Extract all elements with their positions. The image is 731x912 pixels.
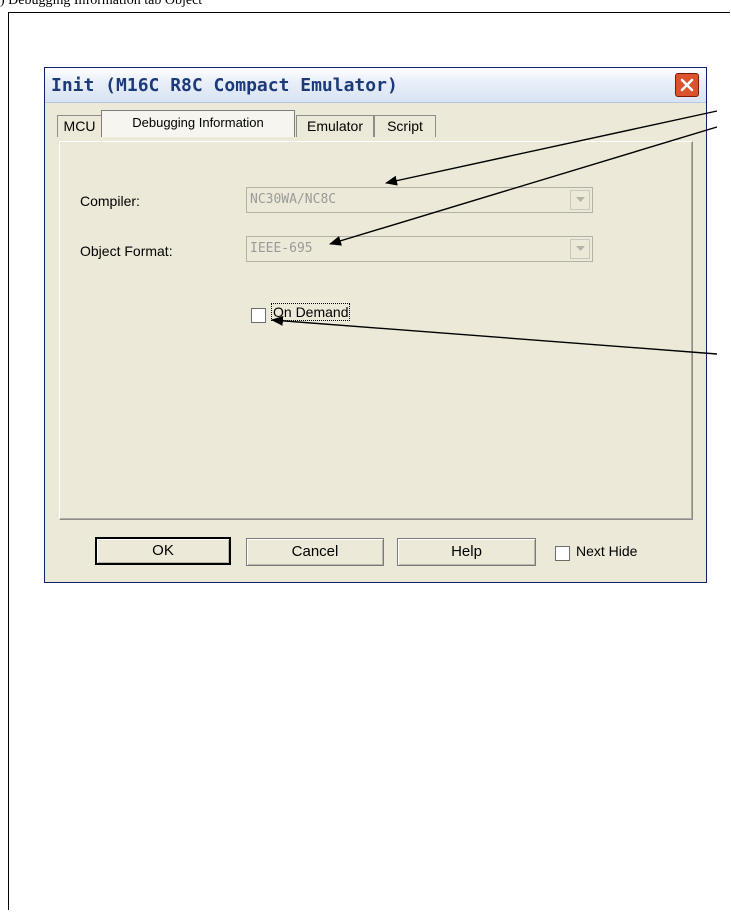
object-format-dropdown-button[interactable] [570,239,590,259]
chevron-down-icon [575,197,585,202]
compiler-value: NC30WA/NC8C [250,192,337,207]
object-format-label: Object Format: [80,243,173,259]
object-format-value: IEEE-695 [250,241,313,256]
compiler-dropdown-button[interactable] [570,190,590,210]
tab-debugging-information[interactable]: Debugging Information [101,110,295,137]
next-hide-checkbox[interactable] [555,546,570,561]
dialog-title: Init (M16C R8C Compact Emulator) [51,75,398,96]
compiler-label: Compiler: [80,193,140,209]
object-format-select[interactable]: IEEE-695 [246,236,593,262]
init-dialog: Init (M16C R8C Compact Emulator) MCU Deb… [44,67,707,583]
on-demand-label-text: On Demand [271,303,351,321]
header-text-fragment: ) Debugging Information tab Object [0,0,203,8]
tab-emulator[interactable]: Emulator [296,115,374,137]
on-demand-checkbox[interactable] [251,308,266,323]
compiler-select[interactable]: NC30WA/NC8C [246,187,593,213]
chevron-down-icon [575,246,585,251]
help-button[interactable]: Help [397,538,536,566]
close-icon [680,78,694,92]
title-bar[interactable]: Init (M16C R8C Compact Emulator) [45,68,706,103]
next-hide-label[interactable]: Next Hide [576,543,637,559]
tab-script[interactable]: Script [374,115,436,137]
tab-mcu[interactable]: MCU [57,115,102,137]
close-button[interactable] [675,73,699,97]
cancel-button[interactable]: Cancel [246,538,384,566]
on-demand-label[interactable]: On Demand [271,303,351,321]
ok-button[interactable]: OK [95,537,231,565]
